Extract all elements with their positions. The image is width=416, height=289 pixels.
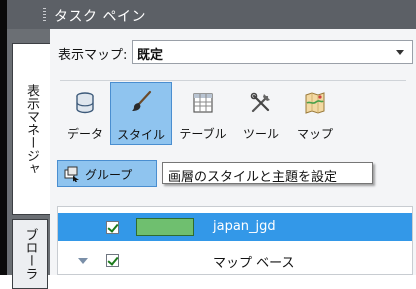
- layer-group-name: マップ ベース: [213, 256, 295, 271]
- layer-style-swatch: [136, 218, 194, 236]
- tab-explorer[interactable]: ブローラ: [12, 219, 48, 289]
- paintbrush-icon: [132, 90, 152, 111]
- display-manager-panel: 表示マップ: 既定 データ スタイル テーブル ツール マップ グループ 画層の…: [50, 29, 416, 275]
- toolbar-data-button[interactable]: データ: [60, 84, 110, 144]
- tab-display-manager-label: 表示マネージャ: [24, 83, 39, 175]
- toolbar-style-button[interactable]: スタイル: [110, 82, 172, 145]
- toolbar-map-label: マップ: [296, 127, 333, 141]
- toolbar-map-button[interactable]: マップ: [288, 84, 342, 144]
- layer-visibility-checkbox[interactable]: [106, 221, 119, 234]
- layer-name: japan_jgd: [213, 219, 276, 234]
- tooltip-text: 画層のスタイルと主題を設定: [168, 170, 338, 185]
- layer-row-japan-jgd[interactable]: japan_jgd: [58, 213, 412, 241]
- map-icon: [305, 92, 325, 114]
- group-icon: [64, 166, 79, 182]
- display-map-select[interactable]: 既定: [132, 40, 413, 64]
- task-pane-title-bar[interactable]: タスク ペイン: [7, 0, 416, 29]
- display-map-label: 表示マップ:: [58, 48, 128, 63]
- toolbar-data-label: データ: [66, 127, 103, 141]
- dropdown-arrow-icon[interactable]: [396, 50, 404, 55]
- left-edge-strip: [0, 0, 7, 275]
- group-visibility-checkbox[interactable]: [106, 254, 119, 267]
- display-map-value: 既定: [137, 48, 164, 63]
- table-icon: [193, 93, 213, 113]
- tab-display-manager[interactable]: 表示マネージャ: [12, 43, 50, 215]
- layer-row-map-base[interactable]: マップ ベース: [58, 247, 412, 275]
- toolbar-table-label: テーブル: [179, 127, 227, 141]
- toolbar-style-label: スタイル: [116, 128, 165, 142]
- database-icon: [76, 92, 94, 114]
- vertical-tab-strip: 表示マネージャ ブローラ: [7, 29, 50, 289]
- expand-chevron-icon[interactable]: [78, 258, 88, 264]
- grip-icon[interactable]: [43, 8, 46, 22]
- toolbar-tools-label: ツール: [242, 127, 279, 141]
- group-button-label: グループ: [85, 168, 133, 182]
- tooltip: 画層のスタイルと主題を設定: [162, 162, 373, 185]
- divider: [60, 80, 406, 81]
- task-pane-title: タスク ペイン: [54, 9, 146, 25]
- tools-icon: [250, 92, 270, 113]
- layer-list[interactable]: japan_jgd マップ ベース: [57, 206, 413, 275]
- toolbar-table-button[interactable]: テーブル: [172, 84, 234, 144]
- group-button[interactable]: グループ: [57, 160, 157, 187]
- display-map-row: 表示マップ: 既定: [50, 40, 416, 64]
- task-pane-window: タスク ペイン 表示マネージャ ブローラ 表示マップ: 既定 データ スタイル …: [0, 0, 416, 289]
- tab-explorer-label: ブローラ: [22, 228, 38, 280]
- toolbar-tools-button[interactable]: ツール: [234, 84, 288, 144]
